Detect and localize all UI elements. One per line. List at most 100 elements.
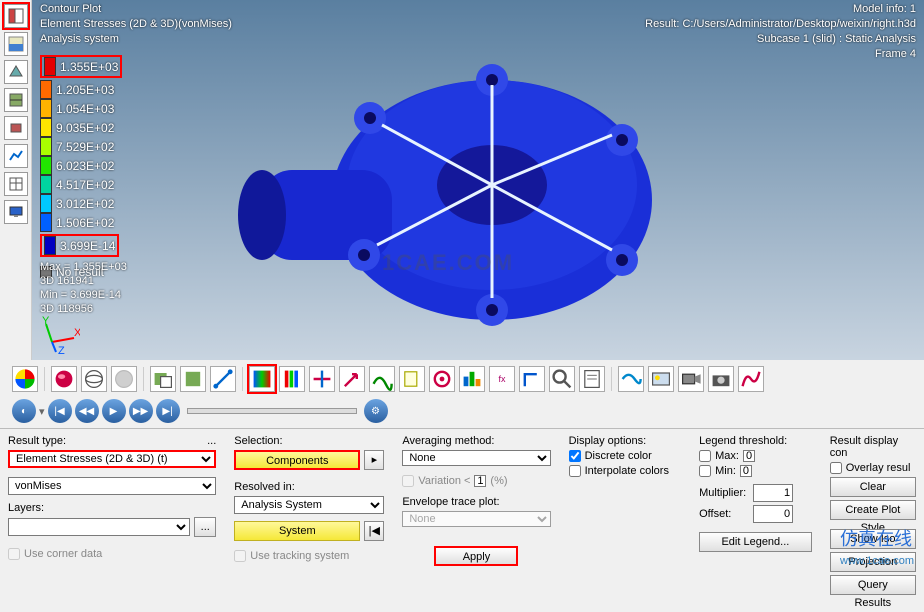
max-checkbox[interactable]: Max: [699,450,812,462]
resolved-label: Resolved in: [234,481,384,493]
min-input[interactable] [740,465,752,477]
fx-icon[interactable]: fx [489,366,515,392]
legend-val-1: 1.205E+03 [56,83,114,97]
monitor-icon[interactable] [4,200,28,224]
note-icon[interactable] [399,366,425,392]
resolved-select[interactable]: Analysis System [234,496,384,514]
legend-val-7: 3.012E+02 [56,197,114,211]
streamline-icon[interactable] [618,366,644,392]
max-input[interactable] [743,450,755,462]
tensor-icon[interactable] [309,366,335,392]
systems-icon[interactable] [519,366,545,392]
graph-icon[interactable] [4,144,28,168]
curve-icon[interactable] [738,366,764,392]
viewport-3d[interactable]: Contour Plot Element Stresses (2D & 3D)(… [32,0,924,360]
min-checkbox[interactable]: Min: [699,465,812,477]
result-stats: Max = 1.355E+03 3D 161941 Min = 3.699E-1… [40,260,127,316]
legend-val-2: 1.054E+03 [56,102,114,116]
contour-panel: Result type:... Element Stresses (2D & 3… [0,428,924,569]
averaging-select[interactable]: None [402,450,550,466]
left-toolbar [0,0,32,360]
result-component-select[interactable]: vonMises [8,477,216,495]
multiplier-label: Multiplier: [699,487,749,499]
fbd-icon[interactable] [459,366,485,392]
plot-result: Element Stresses (2D & 3D)(vonMises) [40,17,232,32]
contour-tool-icon[interactable] [249,366,275,392]
svg-text:Z: Z [58,345,65,354]
contour-legend: 1.355E+03 1.205E+03 1.054E+03 9.035E+02 … [40,55,122,281]
model-render [192,40,692,340]
animation-toolbar: ◐ ▾ |◀ ◀◀ ▶ ▶▶ ▶| ⚙ [8,396,924,426]
iso-tool-icon[interactable] [279,366,305,392]
envelope-label: Envelope trace plot: [402,496,550,508]
use-tracking-checkbox[interactable]: Use tracking system [234,550,384,562]
clear-contour-button[interactable]: Clear Contour [830,477,916,497]
contour-icon[interactable] [4,32,28,56]
query-icon[interactable] [549,366,575,392]
legend-val-9: 3.699E-14 [60,239,115,253]
create-plot-button[interactable]: Create Plot Style [830,500,916,520]
next-frame-button[interactable]: ▶▶ [129,399,153,423]
query-results-button[interactable]: Query Results [830,575,916,595]
svg-text:X: X [74,327,80,339]
sphere-icon[interactable] [51,366,77,392]
selection-label: Selection: [234,435,384,447]
result-type-more-button[interactable]: ... [207,435,216,447]
prev-frame-button[interactable]: ◀◀ [75,399,99,423]
variation-input[interactable] [474,475,486,487]
multiplier-input[interactable] [753,484,793,502]
legend-val-8: 1.506E+02 [56,216,114,230]
variation-checkbox[interactable]: Variation <(%) [402,475,550,487]
interpolate-checkbox[interactable]: Interpolate colors [569,465,682,477]
footer-watermark: 仿真在线 www.1cae.com [840,525,914,567]
transparent-icon[interactable] [111,366,137,392]
last-frame-button[interactable]: ▶| [156,399,180,423]
wireframe-icon[interactable] [81,366,107,392]
max-value: Max = 1.355E+03 [40,260,127,274]
overlay-result-checkbox[interactable]: Overlay resul [830,462,916,474]
iso-icon[interactable] [4,60,28,84]
camera-icon[interactable] [708,366,734,392]
first-frame-button[interactable]: |◀ [48,399,72,423]
anim-settings-button[interactable]: ⚙ [364,399,388,423]
image-icon[interactable] [648,366,674,392]
report-icon[interactable] [579,366,605,392]
max-id: 3D 161941 [40,274,127,288]
legend-val-3: 9.035E+02 [56,121,114,135]
measure-icon[interactable] [210,366,236,392]
discrete-color-checkbox[interactable]: Discrete color [569,450,682,462]
layers-select[interactable] [8,518,190,536]
video-icon[interactable] [678,366,704,392]
system-button[interactable]: System [234,521,360,541]
axis-triad-icon: X Y Z [40,314,80,354]
envelope-select[interactable]: None [402,511,550,527]
section-icon[interactable] [4,88,28,112]
apply-button[interactable]: Apply [434,546,518,566]
deform-icon[interactable] [369,366,395,392]
play-button[interactable]: ▶ [102,399,126,423]
min-value: Min = 3.699E-14 [40,288,127,302]
components-button[interactable]: Components [234,450,360,470]
model-icon[interactable] [4,116,28,140]
offset-input[interactable] [753,505,793,523]
watermark-text: 1CAE.COM [382,250,514,276]
legend-val-5: 6.023E+02 [56,159,114,173]
frame-slider[interactable] [187,408,357,414]
system-pick-button[interactable]: |◀ [364,521,384,541]
plot-title: Contour Plot [40,2,232,17]
page-layout-icon[interactable] [4,4,28,28]
table-icon[interactable] [4,172,28,196]
tracking-icon[interactable] [429,366,455,392]
edit-legend-button[interactable]: Edit Legend... [699,532,812,552]
vector-icon[interactable] [339,366,365,392]
legend-val-0: 1.355E+03 [60,60,118,74]
select-arrow-button[interactable]: ▸ [364,450,384,470]
colorwheel-icon[interactable] [12,366,38,392]
layers-more-button[interactable]: ... [194,517,216,537]
anim-mode-icon[interactable]: ◐ [12,399,36,423]
use-corner-checkbox[interactable]: Use corner data [8,548,216,560]
svg-text:Y: Y [42,315,50,327]
result-type-select[interactable]: Element Stresses (2D & 3D) (t) [8,450,216,468]
mask-icon[interactable] [150,366,176,392]
unmask-icon[interactable] [180,366,206,392]
